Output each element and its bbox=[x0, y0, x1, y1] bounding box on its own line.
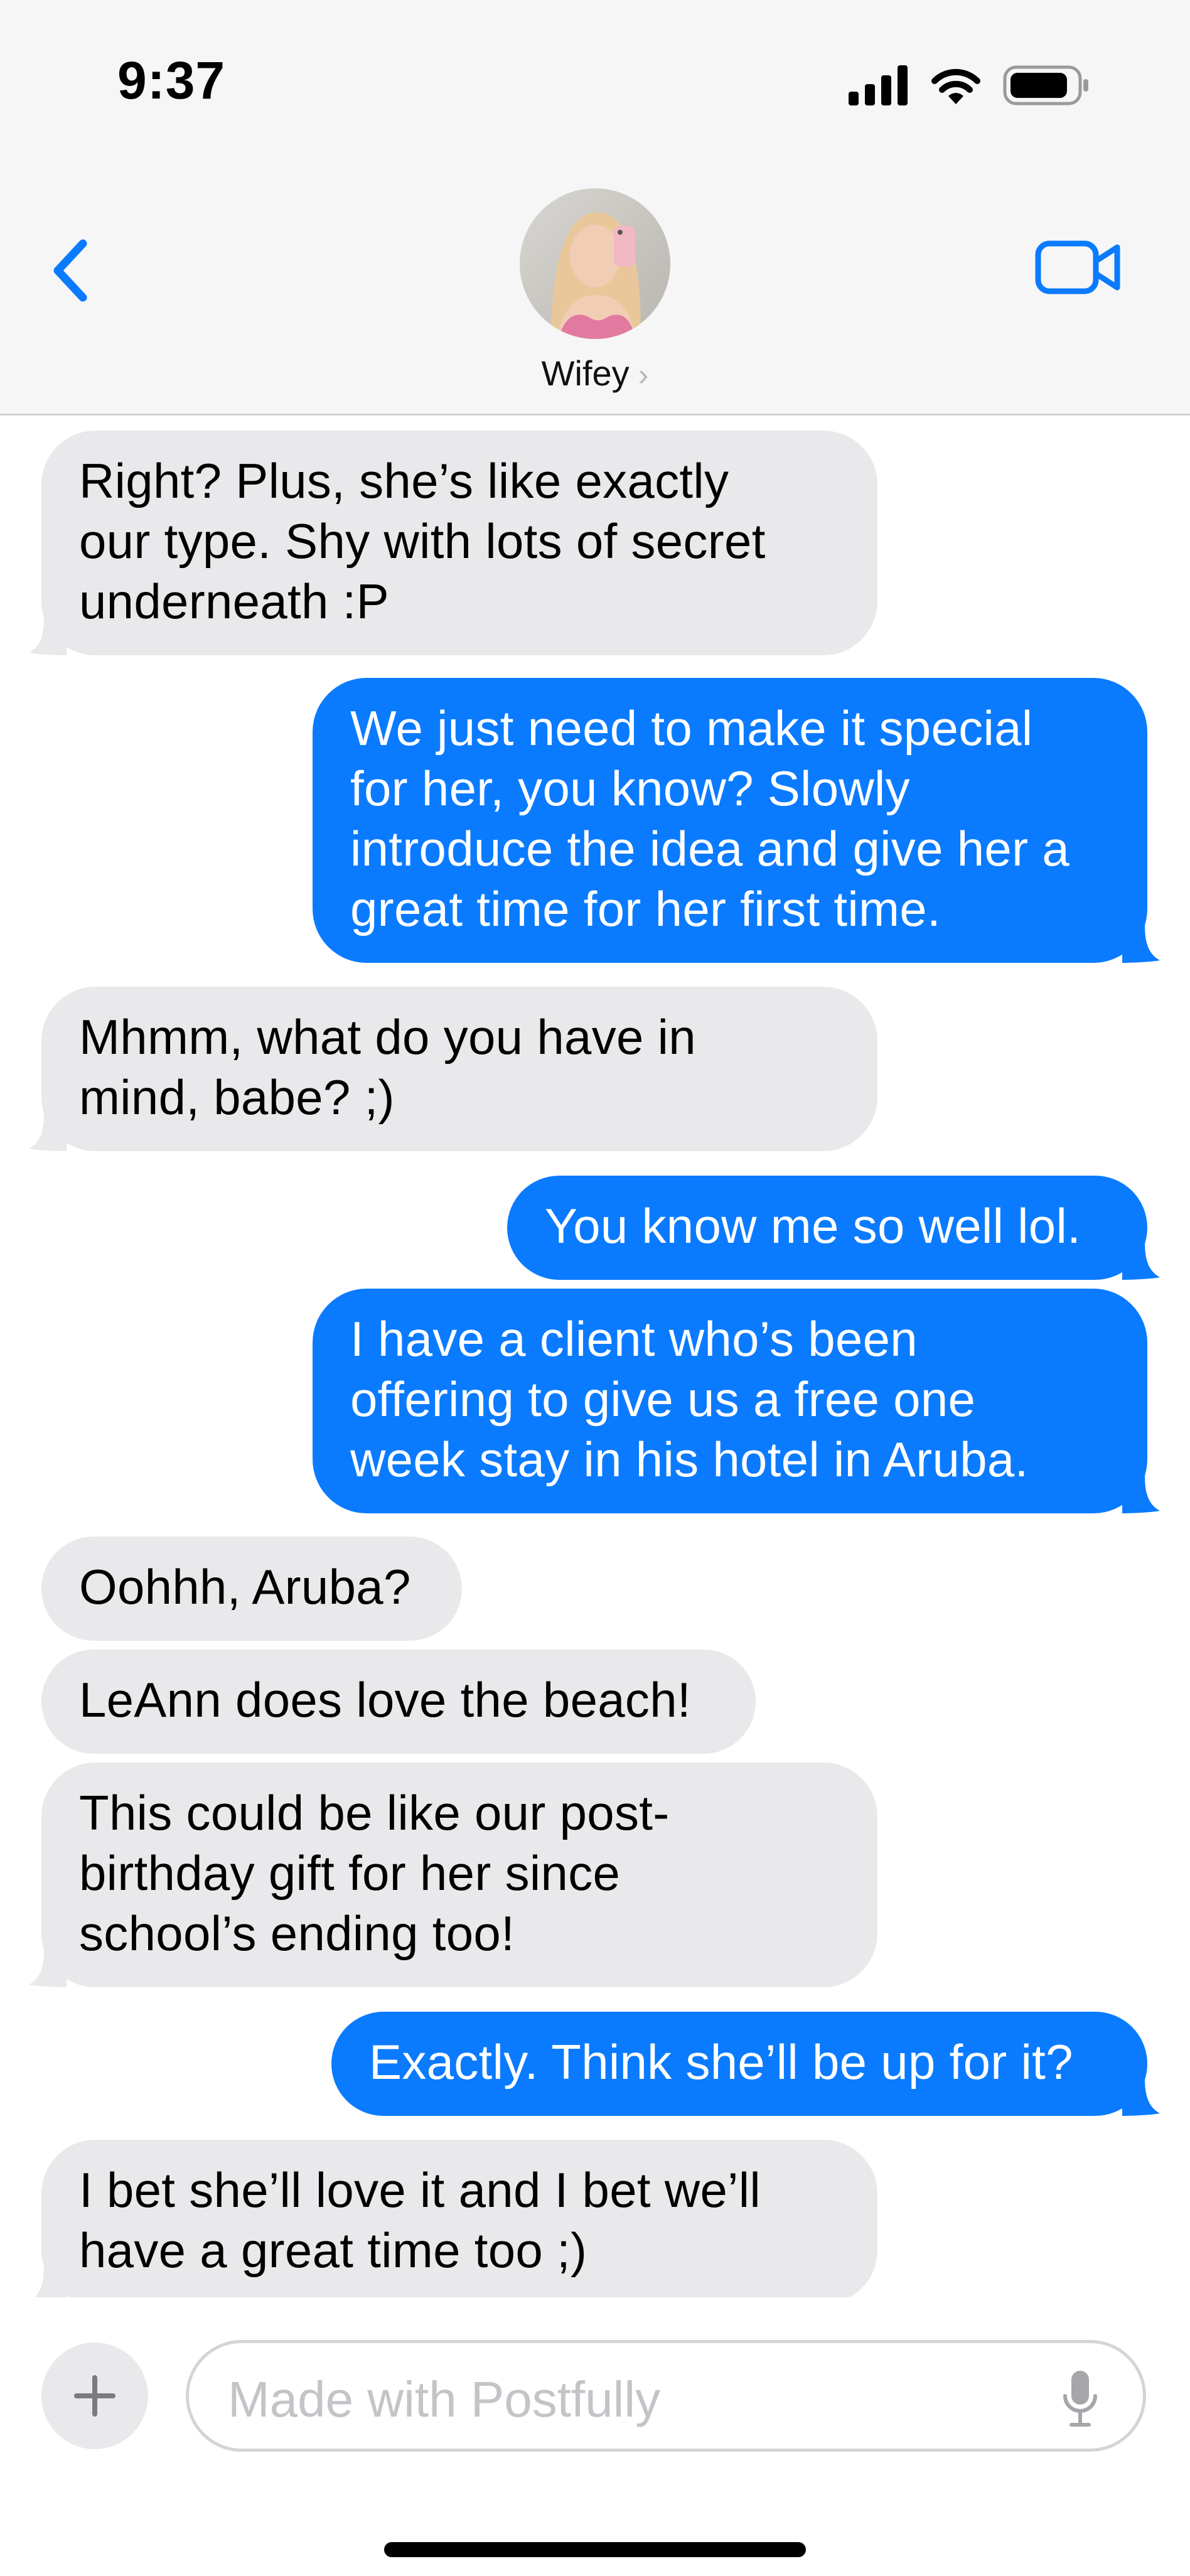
message-line: underneath :P bbox=[79, 574, 389, 629]
message-bubble-incoming[interactable]: LeAnn does love the beach! bbox=[41, 1650, 756, 1754]
message-bubble-outgoing[interactable]: You know me so well lol. bbox=[507, 1176, 1160, 1280]
status-icons bbox=[849, 65, 1091, 105]
message-input[interactable]: Made with Postfully bbox=[186, 2340, 1146, 2452]
avatar-photo bbox=[520, 188, 670, 339]
add-attachment-button[interactable] bbox=[41, 2343, 148, 2449]
contact-name: Wifey bbox=[541, 353, 630, 393]
message-line: This could be like our post- bbox=[79, 1785, 670, 1840]
message-bubble-outgoing[interactable]: Exactly. Think she’ll be up for it? bbox=[331, 2012, 1160, 2116]
conversation-header: Wifey › bbox=[0, 169, 1190, 416]
message-line: You know me so well lol. bbox=[545, 1198, 1081, 1253]
bubble-tail bbox=[1122, 1476, 1160, 1513]
contact-name-button[interactable]: Wifey › bbox=[0, 353, 1190, 394]
bubble-tail bbox=[29, 1950, 67, 1987]
back-button[interactable] bbox=[44, 230, 100, 311]
message-line: We just need to make it special bbox=[350, 700, 1033, 756]
message-input-placeholder: Made with Postfully bbox=[228, 2371, 661, 2427]
message-line: introduce the idea and give her a bbox=[350, 821, 1070, 876]
bubble-tail bbox=[29, 1114, 67, 1151]
message-line: Right? Plus, she’s like exactly bbox=[79, 453, 729, 508]
message-line: have a great time too ;) bbox=[79, 2223, 587, 2278]
message-line: mind, babe? ;) bbox=[79, 1070, 395, 1125]
composer-bar: Made with Postfully bbox=[0, 2297, 1190, 2576]
message-line: I bet she’ll love it and I bet we’ll bbox=[79, 2162, 761, 2218]
status-time: 9:37 bbox=[117, 51, 226, 110]
contact-avatar[interactable] bbox=[520, 188, 670, 339]
message-line: offering to give us a free one bbox=[350, 1371, 976, 1427]
contact-chevron-icon: › bbox=[638, 357, 649, 392]
message-bubble-outgoing[interactable]: I have a client who’s been offering to g… bbox=[313, 1289, 1160, 1513]
bubble-tail bbox=[1122, 2078, 1160, 2116]
message-line: our type. Shy with lots of secret bbox=[79, 513, 766, 569]
message-line: great time for her first time. bbox=[350, 881, 941, 936]
message-line: birthday gift for her since bbox=[79, 1845, 621, 1901]
message-line: I have a client who’s been bbox=[350, 1311, 918, 1366]
plus-icon bbox=[74, 2375, 115, 2417]
signal-icon bbox=[849, 65, 908, 105]
bubble-tail bbox=[35, 2267, 67, 2297]
message-bubble-incoming[interactable]: I bet she’ll love it and I bet we’ll hav… bbox=[35, 2140, 877, 2297]
message-line: Oohhh, Aruba? bbox=[79, 1559, 411, 1614]
message-line: LeAnn does love the beach! bbox=[79, 1672, 691, 1727]
message-line: school’s ending too! bbox=[79, 1906, 515, 1961]
message-bubble-incoming[interactable]: Mhmm, what do you have in mind, babe? ;) bbox=[29, 987, 877, 1151]
message-bubble-incoming[interactable]: Right? Plus, she’s like exactly our type… bbox=[29, 431, 877, 655]
message-bubble-incoming[interactable]: This could be like our post- birthday gi… bbox=[29, 1763, 877, 1987]
microphone-icon[interactable] bbox=[1061, 2368, 1099, 2431]
back-chevron-icon bbox=[53, 239, 87, 302]
wifi-icon bbox=[931, 68, 980, 104]
bubble-tail bbox=[29, 618, 67, 655]
status-bar: 9:37 bbox=[0, 0, 1190, 169]
bubble-tail bbox=[1122, 925, 1160, 963]
message-bubble-outgoing[interactable]: We just need to make it special for her,… bbox=[313, 678, 1160, 963]
message-line: week stay in his hotel in Aruba. bbox=[350, 1432, 1029, 1487]
message-line: Exactly. Think she’ll be up for it? bbox=[369, 2034, 1073, 2090]
home-indicator[interactable] bbox=[384, 2542, 806, 2557]
message-line: Mhmm, what do you have in bbox=[79, 1009, 696, 1065]
video-call-icon bbox=[1035, 240, 1120, 294]
message-thread[interactable]: Right? Plus, she’s like exactly our type… bbox=[0, 417, 1190, 2297]
battery-icon bbox=[1003, 65, 1088, 105]
message-line: for her, you know? Slowly bbox=[350, 761, 910, 816]
bubble-tail bbox=[1122, 1242, 1160, 1280]
message-bubble-incoming[interactable]: Oohhh, Aruba? bbox=[41, 1537, 462, 1641]
video-call-button[interactable] bbox=[1034, 236, 1122, 299]
